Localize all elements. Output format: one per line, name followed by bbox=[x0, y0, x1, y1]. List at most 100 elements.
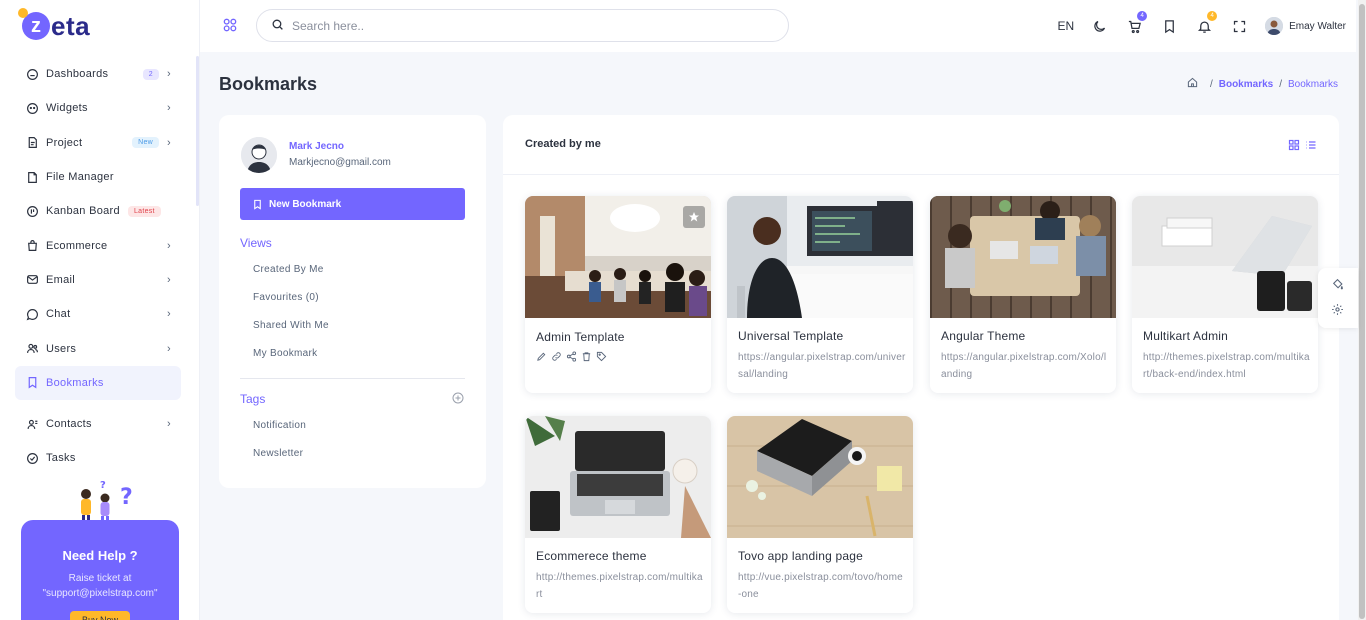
bookmark-link[interactable]: http://vue.pixelstrap.com/tovo/home-one bbox=[738, 569, 906, 603]
widget-icon bbox=[25, 101, 39, 115]
star-icon[interactable] bbox=[683, 206, 705, 228]
contacts-icon bbox=[25, 417, 39, 431]
cart-icon[interactable]: 4 bbox=[1125, 11, 1148, 35]
bookmark-link[interactable]: https://angular.pixelstrap.com/universal… bbox=[738, 349, 906, 383]
sidebar-item-label: Widgets bbox=[46, 102, 88, 115]
sidebar-item-email[interactable]: Email › bbox=[15, 263, 181, 297]
user-avatar[interactable] bbox=[1265, 17, 1284, 35]
divider bbox=[503, 174, 1339, 175]
sidebar-item-project[interactable]: Project New › bbox=[15, 126, 181, 160]
app-grid-icon[interactable] bbox=[222, 17, 238, 36]
list-view-icon[interactable] bbox=[1305, 139, 1317, 154]
page-scrollbar[interactable] bbox=[1358, 0, 1366, 620]
share-icon[interactable] bbox=[566, 351, 577, 365]
svg-text:?: ? bbox=[120, 485, 133, 510]
bookmark-title[interactable]: Admin Template bbox=[536, 330, 625, 344]
gear-icon[interactable] bbox=[1331, 303, 1344, 319]
bookmark-card[interactable]: Angular Theme https://angular.pixelstrap… bbox=[930, 196, 1116, 393]
bookmark-thumbnail[interactable] bbox=[1132, 196, 1318, 318]
breadcrumb-link[interactable]: Bookmarks bbox=[1219, 79, 1273, 90]
page-scrollbar-thumb[interactable] bbox=[1359, 4, 1365, 619]
sidebar-item-label: Tasks bbox=[46, 452, 76, 465]
bookmark-card[interactable]: Admin Template bbox=[525, 196, 711, 393]
view-my-bookmark[interactable]: My Bookmark bbox=[253, 347, 329, 375]
bookmark-title[interactable]: Ecommerece theme bbox=[536, 549, 647, 563]
trash-icon[interactable] bbox=[581, 351, 592, 365]
bookmark-link[interactable]: http://themes.pixelstrap.com/multikart bbox=[536, 569, 704, 603]
view-created-by-me[interactable]: Created By Me bbox=[253, 263, 329, 291]
sidebar-item-bookmarks[interactable]: Bookmarks bbox=[15, 365, 181, 400]
sidebar-item-kanban-board[interactable]: Kanban Board Latest bbox=[15, 194, 181, 228]
buy-now-button[interactable]: Buy Now bbox=[69, 611, 130, 620]
language-selector[interactable]: EN bbox=[1057, 19, 1074, 33]
divider bbox=[240, 378, 465, 379]
profile-avatar bbox=[241, 137, 277, 173]
tag-notification[interactable]: Notification bbox=[253, 419, 306, 447]
sidebar-item-label: Email bbox=[46, 273, 76, 286]
bookmark-thumbnail[interactable] bbox=[525, 196, 711, 318]
view-shared-with-me[interactable]: Shared With Me bbox=[253, 319, 329, 347]
tag-icon[interactable] bbox=[596, 351, 607, 365]
bookmark-card[interactable]: Multikart Admin http://themes.pixelstrap… bbox=[1132, 196, 1318, 393]
sidebar-item-contacts[interactable]: Contacts › bbox=[15, 407, 181, 441]
sidebar-nav: Dashboards 2 › Widgets › Project New › F… bbox=[15, 57, 181, 476]
count-badge: 2 bbox=[142, 68, 159, 80]
help-text-line: Raise ticket at bbox=[68, 573, 132, 584]
sidebar-item-tasks[interactable]: Tasks bbox=[15, 441, 181, 475]
bookmark-thumbnail[interactable] bbox=[727, 416, 913, 538]
tasks-icon bbox=[25, 451, 39, 465]
edit-icon[interactable] bbox=[536, 351, 547, 365]
help-card: Need Help ? Raise ticket at "support@pix… bbox=[21, 520, 179, 620]
bookmark-title[interactable]: Multikart Admin bbox=[1143, 329, 1228, 343]
breadcrumb-separator: / bbox=[1209, 78, 1213, 90]
search-input[interactable] bbox=[292, 18, 752, 33]
fullscreen-icon[interactable] bbox=[1230, 17, 1248, 35]
mail-icon bbox=[25, 273, 39, 287]
sidebar-item-widgets[interactable]: Widgets › bbox=[15, 91, 181, 125]
bookmark-card[interactable]: Tovo app landing page http://vue.pixelst… bbox=[727, 416, 913, 613]
bookmark-title[interactable]: Angular Theme bbox=[941, 329, 1025, 343]
sidebar-item-file-manager[interactable]: File Manager bbox=[15, 160, 181, 194]
users-icon bbox=[25, 342, 39, 356]
grid-view-icon[interactable] bbox=[1288, 139, 1300, 154]
sidebar-item-chat[interactable]: Chat › bbox=[15, 297, 181, 331]
profile-name[interactable]: Mark Jecno bbox=[289, 141, 344, 152]
sidebar-item-ecommerce[interactable]: Ecommerce › bbox=[15, 228, 181, 262]
add-tag-icon[interactable] bbox=[452, 392, 464, 407]
tag-newsletter[interactable]: Newsletter bbox=[253, 447, 306, 475]
new-badge: New bbox=[132, 137, 159, 149]
file-icon bbox=[25, 170, 39, 184]
bookmark-icon[interactable] bbox=[1160, 17, 1178, 35]
paint-bucket-icon[interactable] bbox=[1331, 278, 1344, 294]
bookmark-title[interactable]: Tovo app landing page bbox=[738, 549, 863, 563]
bookmark-card[interactable]: Universal Template https://angular.pixel… bbox=[727, 196, 913, 393]
bookmark-link[interactable]: http://themes.pixelstrap.com/multikart/b… bbox=[1143, 349, 1311, 383]
chevron-right-icon: › bbox=[167, 273, 171, 286]
bookmark-thumbnail[interactable] bbox=[525, 416, 711, 538]
bookmark-link[interactable]: https://angular.pixelstrap.com/Xolo/land… bbox=[941, 349, 1109, 383]
sidebar-item-users[interactable]: Users › bbox=[15, 331, 181, 365]
chevron-right-icon: › bbox=[167, 342, 171, 355]
sidebar-item-label: Chat bbox=[46, 308, 71, 321]
user-name[interactable]: Emay Walter bbox=[1289, 21, 1346, 32]
bookmark-thumbnail[interactable] bbox=[930, 196, 1116, 318]
breadcrumb-current: Bookmarks bbox=[1287, 78, 1338, 90]
bookmark-card[interactable]: Ecommerece theme http://themes.pixelstra… bbox=[525, 416, 711, 613]
bookmarks-panel: Created by me Admin Template Universal T… bbox=[503, 115, 1339, 620]
search-bar[interactable] bbox=[256, 9, 789, 42]
chat-icon bbox=[25, 307, 39, 321]
chevron-right-icon: › bbox=[167, 68, 171, 81]
bookmark-thumbnail[interactable] bbox=[727, 196, 913, 318]
new-bookmark-button[interactable]: New Bookmark bbox=[240, 188, 465, 220]
bookmark-title[interactable]: Universal Template bbox=[738, 329, 843, 343]
sidebar-item-dashboards[interactable]: Dashboards 2 › bbox=[15, 57, 181, 91]
moon-icon[interactable] bbox=[1090, 17, 1108, 35]
view-favourites[interactable]: Favourites (0) bbox=[253, 291, 329, 319]
logo-mark: z bbox=[18, 8, 50, 40]
sidebar-scrollbar[interactable] bbox=[196, 56, 199, 206]
home-icon[interactable] bbox=[1187, 77, 1198, 91]
sidebar-item-label: Project bbox=[46, 136, 83, 149]
link-icon[interactable] bbox=[551, 351, 562, 365]
bell-icon[interactable]: 4 bbox=[1195, 11, 1218, 35]
logo[interactable]: z eta bbox=[18, 8, 90, 42]
